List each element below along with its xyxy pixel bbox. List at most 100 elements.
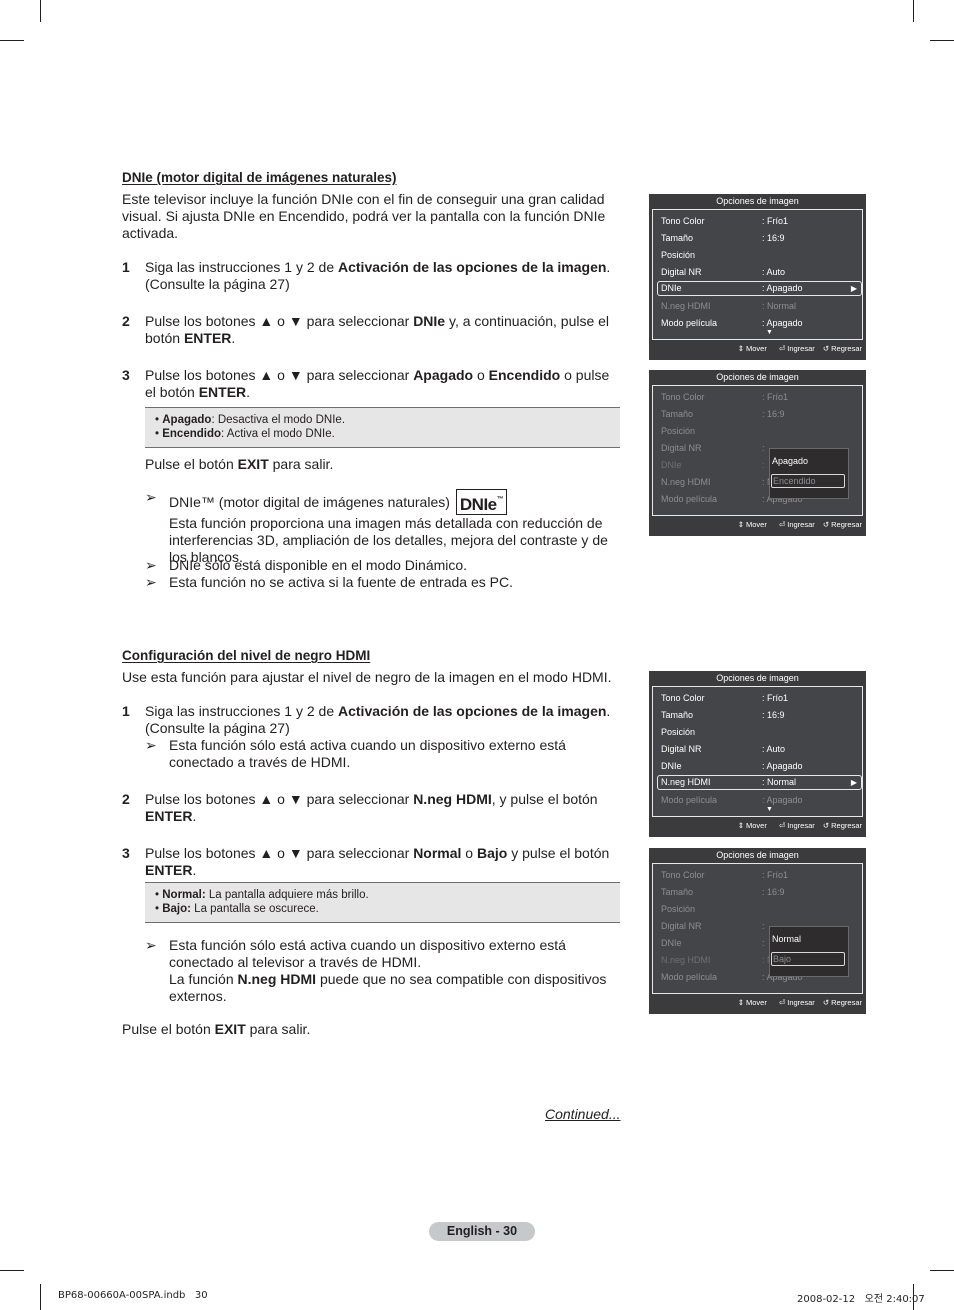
osd-row-selected[interactable]: DNIe : Apagado ▶ bbox=[657, 281, 862, 296]
osd-hint: Mover bbox=[746, 821, 767, 830]
return-icon: ↺ bbox=[822, 821, 830, 830]
osd-row-selected[interactable]: N.neg HDMI: Normal ▶ bbox=[657, 775, 862, 790]
step-text: . bbox=[231, 330, 236, 346]
crop-mark bbox=[0, 1270, 24, 1271]
scroll-down-icon[interactable]: ▼ bbox=[766, 329, 773, 337]
note-bold: N.neg HDMI bbox=[237, 971, 317, 987]
popup-option-selected[interactable]: Encendido bbox=[771, 474, 845, 488]
osd-row[interactable]: Modo película: Apagado bbox=[658, 316, 858, 331]
osd-row[interactable]: Digital NR: Auto bbox=[658, 265, 858, 280]
osd-hint: Mover bbox=[746, 520, 767, 529]
box-item: • Normal: La pantalla adquiere más brill… bbox=[155, 889, 369, 901]
osd-value: : Auto bbox=[762, 744, 786, 754]
osd-row[interactable]: Tamaño: 16:9 bbox=[658, 231, 858, 246]
return-icon: ↺ bbox=[822, 520, 830, 529]
box-term: Encendido bbox=[162, 428, 222, 440]
osd-label: N.neg HDMI bbox=[661, 777, 711, 787]
osd-menu-dnie-popup: Opciones de imagen Tono Color: Frío1 Tam… bbox=[649, 370, 866, 536]
box-item: • Bajo: La pantalla se oscurece. bbox=[155, 903, 319, 915]
step-bold: Encendido bbox=[488, 367, 561, 383]
osd-row[interactable]: DNIe: Apagado bbox=[658, 759, 858, 774]
step-bold: ENTER bbox=[183, 330, 232, 346]
osd-label: DNIe bbox=[661, 460, 682, 470]
osd-row[interactable]: Posición bbox=[658, 248, 858, 263]
osd-label: Digital NR bbox=[661, 744, 702, 754]
osd-row[interactable]: Posición bbox=[658, 725, 858, 740]
osd-value: : Apagado bbox=[762, 283, 803, 293]
step-text: . bbox=[246, 384, 251, 400]
exit-text: para salir. bbox=[268, 456, 334, 472]
osd-row: Tamaño: 16:9 bbox=[658, 885, 858, 900]
osd-title: Opciones de imagen bbox=[716, 673, 799, 683]
osd-label: Digital NR bbox=[661, 443, 702, 453]
osd-value: : 16:9 bbox=[762, 233, 785, 243]
scroll-down-icon[interactable]: ▼ bbox=[766, 806, 773, 814]
step-text: Pulse los botones ▲ o ▼ para seleccionar bbox=[145, 367, 414, 383]
osd-row: Posición bbox=[658, 424, 858, 439]
note-text: La función bbox=[169, 971, 238, 987]
box-desc: La pantalla adquiere más brillo. bbox=[205, 889, 369, 901]
osd-label: Posición bbox=[661, 727, 696, 737]
osd-label: Tono Color bbox=[661, 392, 705, 402]
arrow-right-icon: ▶ bbox=[850, 284, 857, 293]
osd-row[interactable]: Tono Color: Frío1 bbox=[658, 214, 858, 229]
osd-value: : 16:9 bbox=[762, 887, 785, 897]
step-text: , y pulse el botón bbox=[491, 791, 598, 807]
dnie-exit-text: Pulse el botón EXIT para salir. bbox=[145, 456, 333, 473]
crop-mark bbox=[0, 40, 24, 41]
step-text: Pulse los botones ▲ o ▼ para seleccionar bbox=[145, 791, 414, 807]
note-text: Esta función sólo está activa cuando un … bbox=[169, 937, 566, 970]
return-icon: ↺ bbox=[822, 344, 830, 353]
osd-value: : Apagado bbox=[762, 761, 803, 771]
osd-label: DNIe bbox=[661, 283, 682, 293]
popup-option[interactable]: Apagado bbox=[772, 456, 808, 466]
enter-icon: ⏎ bbox=[778, 344, 786, 353]
osd-hint: Regresar bbox=[831, 520, 862, 529]
osd-value: : Frío1 bbox=[762, 870, 789, 880]
exit-text: para salir. bbox=[245, 1021, 311, 1037]
box-desc: La pantalla se oscurece. bbox=[190, 903, 319, 915]
osd-row: Posición bbox=[658, 902, 858, 917]
osd-value: : Frío1 bbox=[762, 216, 789, 226]
crop-mark bbox=[930, 1270, 954, 1271]
osd-hint: Regresar bbox=[831, 344, 862, 353]
osd-label: Posición bbox=[661, 426, 696, 436]
osd-value: : Normal bbox=[762, 301, 797, 311]
dnie-step-2: 2 Pulse los botones ▲ o ▼ para seleccion… bbox=[122, 313, 622, 347]
hdmi-options-box: • Normal: La pantalla adquiere más brill… bbox=[145, 882, 620, 923]
exit-text: Pulse el botón bbox=[145, 456, 238, 472]
hdmi-step-1-note: ➢ Esta función sólo está activa cuando u… bbox=[145, 737, 615, 771]
move-icon: ⇕ bbox=[737, 520, 744, 529]
osd-row[interactable]: Tamaño: 16:9 bbox=[658, 708, 858, 723]
hdmi-exit-text: Pulse el botón EXIT para salir. bbox=[122, 1021, 310, 1038]
osd-hint: Ingresar bbox=[787, 520, 815, 529]
osd-label: Modo película bbox=[661, 795, 718, 805]
arrow-bullet-icon: ➢ bbox=[145, 737, 157, 753]
osd-label: Modo película bbox=[661, 318, 718, 328]
osd-menu-hdmi-popup: Opciones de imagen Tono Color: Frío1 Tam… bbox=[649, 848, 866, 1014]
osd-footer: ⇕ Mover ⏎ Ingresar ↺ Regresar bbox=[649, 343, 862, 355]
move-icon: ⇕ bbox=[737, 344, 744, 353]
step-bold: Normal bbox=[413, 845, 462, 861]
step-bold: ENTER bbox=[198, 384, 247, 400]
exit-bold: EXIT bbox=[237, 456, 269, 472]
osd-row[interactable]: Tono Color: Frío1 bbox=[658, 691, 858, 706]
osd-label: Digital NR bbox=[661, 921, 702, 931]
osd-list: Tono Color: Frío1 Tamaño: 16:9 Posición … bbox=[652, 686, 863, 817]
exit-text: Pulse el botón bbox=[122, 1021, 215, 1037]
osd-footer: ⇕ Mover ⏎ Ingresar ↺ Regresar bbox=[649, 820, 862, 832]
popup-option[interactable]: Normal bbox=[772, 934, 801, 944]
popup-option-selected[interactable]: Bajo bbox=[771, 952, 845, 966]
osd-label: Tamaño bbox=[661, 409, 694, 419]
osd-hint: Mover bbox=[746, 344, 767, 353]
osd-title: Opciones de imagen bbox=[716, 372, 799, 382]
step-number: 1 bbox=[122, 259, 130, 275]
osd-title: Opciones de imagen bbox=[716, 850, 799, 860]
step-text: Pulse los botones ▲ o ▼ para seleccionar bbox=[145, 313, 414, 329]
arrow-bullet-icon: ➢ bbox=[145, 489, 157, 505]
osd-row[interactable]: Digital NR : Auto bbox=[658, 742, 858, 757]
osd-row: Tono Color: Frío1 bbox=[658, 390, 858, 405]
osd-row-disabled: Modo película: Apagado bbox=[658, 793, 858, 808]
dnie-step-3: 3 Pulse los botones ▲ o ▼ para seleccion… bbox=[122, 367, 622, 401]
step-text: . bbox=[192, 808, 197, 824]
